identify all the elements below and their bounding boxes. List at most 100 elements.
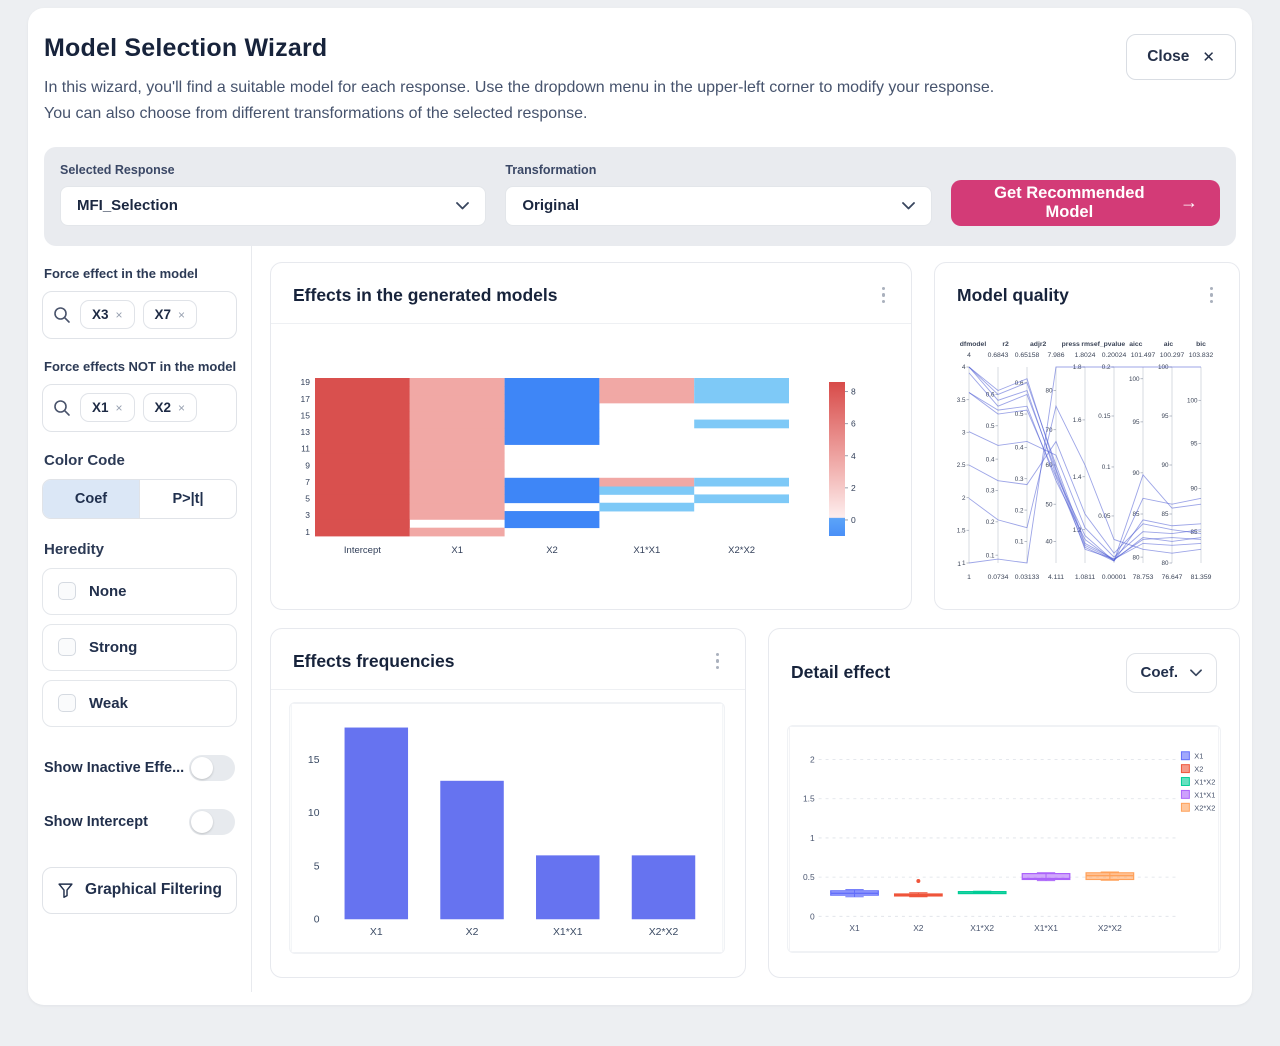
selected-response-dropdown[interactable]: MFI_Selection [60,186,486,226]
heredity-option-none[interactable]: None [42,568,237,615]
close-icon: ✕ [1202,48,1215,66]
effects-frequencies-panel: Effects frequencies 051015X1X2X1*X1X2*X2 [270,628,746,978]
chip-x3[interactable]: X3 × [80,300,135,329]
svg-text:bic: bic [1196,341,1206,348]
detail-effect-box-chart[interactable]: 00.511.52X1X2X1*X2X1*X1X2*X2X1X2X1*X2X1*… [787,725,1221,953]
svg-text:100: 100 [1158,365,1169,372]
detail-effect-title: Detail effect [791,662,890,683]
svg-text:11: 11 [301,444,310,454]
show-intercept-row: Show Intercept [44,809,235,835]
chevron-down-icon [456,202,469,210]
checkbox[interactable] [58,582,76,600]
svg-text:9: 9 [305,461,310,471]
get-recommended-model-button[interactable]: Get Recommended Model → [951,180,1220,226]
heredity-option-weak[interactable]: Weak [42,680,237,727]
svg-text:5: 5 [314,862,320,873]
svg-text:0.20024: 0.20024 [1102,352,1127,359]
svg-text:X2*X2: X2*X2 [1098,923,1122,933]
svg-text:X1*X1: X1*X1 [1034,923,1058,933]
svg-text:1.6: 1.6 [1073,417,1082,424]
force-in-label: Force effect in the model [44,266,237,281]
svg-text:1: 1 [967,574,971,581]
heredity-option-label: None [89,583,127,600]
checkbox[interactable] [58,638,76,656]
wizard-description: In this wizard, you'll find a suitable m… [44,75,1094,127]
chip-x1[interactable]: X1× [80,393,135,422]
chevron-down-icon [1190,669,1202,677]
heredity-label: Heredity [44,541,237,558]
svg-text:0.5: 0.5 [986,423,995,430]
svg-text:0.5: 0.5 [1015,412,1024,419]
svg-text:X1: X1 [370,927,383,938]
graphical-filtering-button[interactable]: Graphical Filtering [42,867,237,914]
search-icon [53,399,71,417]
detail-effect-metric-dropdown[interactable]: Coef. [1126,653,1218,693]
kebab-menu-icon[interactable] [1206,283,1218,308]
svg-text:X2: X2 [546,545,558,556]
show-intercept-toggle[interactable] [189,809,235,835]
dialog-header: Model Selection Wizard In this wizard, y… [28,8,1252,246]
svg-text:X1*X1: X1*X1 [553,927,583,938]
cta-label: Get Recommended Model [973,184,1166,222]
transformation-value: Original [522,197,579,214]
svg-text:X1*X1: X1*X1 [633,545,660,556]
svg-text:0.4: 0.4 [986,457,995,464]
color-code-label: Color Code [44,452,237,469]
toggle-knob [191,757,213,779]
kebab-menu-icon[interactable] [878,283,890,308]
svg-text:1: 1 [957,561,961,568]
selected-response-field: Selected Response MFI_Selection [60,163,486,226]
svg-text:3.5: 3.5 [957,397,966,404]
chip-label: X2 [155,400,172,415]
close-button[interactable]: Close ✕ [1126,34,1236,80]
svg-text:1: 1 [962,561,966,568]
svg-text:0.1: 0.1 [1102,464,1111,471]
heredity-option-strong[interactable]: Strong [42,624,237,671]
svg-text:X1*X2: X1*X2 [970,923,994,933]
chip-remove-icon[interactable]: × [178,308,185,322]
svg-text:7: 7 [305,477,310,487]
svg-text:95: 95 [1161,414,1169,421]
svg-text:1.5: 1.5 [957,528,966,535]
toggle-knob [191,811,213,833]
effects-in-models-title: Effects in the generated models [293,285,558,306]
svg-text:0.5: 0.5 [803,872,815,882]
chip-remove-icon[interactable]: × [116,401,123,415]
selected-response-value: MFI_Selection [77,197,178,214]
svg-text:X1*X1: X1*X1 [1194,790,1215,799]
checkbox[interactable] [58,694,76,712]
svg-text:19: 19 [301,377,311,387]
color-code-option-pt[interactable]: P>|t| [139,480,236,518]
effects-heatmap-chart[interactable]: 135791113151719InterceptX1X2X1*X1X2*X286… [289,372,891,578]
chip-label: X3 [92,307,109,322]
transformation-dropdown[interactable]: Original [505,186,931,226]
chip-remove-icon[interactable]: × [178,401,185,415]
force-in-search-input[interactable]: X3×X7× [42,291,237,339]
force-out-label: Force effects NOT in the model [44,359,237,374]
svg-text:3: 3 [305,511,310,521]
transformation-field: Transformation Original [505,163,931,226]
svg-text:0.15: 0.15 [1098,414,1111,421]
show-inactive-effects-toggle[interactable] [189,755,235,781]
heredity-option-label: Strong [89,639,137,656]
svg-text:95: 95 [1190,441,1198,448]
svg-text:80: 80 [1132,555,1140,562]
svg-text:4.111: 4.111 [1048,574,1064,581]
svg-text:6: 6 [851,419,856,429]
effects-frequencies-bar-chart[interactable]: 051015X1X2X1*X1X2*X2 [289,702,725,954]
force-out-search-input[interactable]: X1× X2 × [42,384,237,432]
page-title: Model Selection Wizard [44,34,1236,63]
chip-x2[interactable]: X2 × [143,393,198,422]
svg-text:X1: X1 [451,545,463,556]
chip-x7[interactable]: X7× [143,300,198,329]
model-quality-parallel-chart[interactable]: 43.532.521.510.60.50.40.30.20.10.60.50.4… [949,337,1215,587]
svg-text:aicc: aicc [1129,341,1142,348]
chip-remove-icon[interactable]: × [116,308,123,322]
filters-sidebar: Force effect in the model X3×X7× Force e… [28,246,252,992]
svg-text:0.03133: 0.03133 [1015,574,1040,581]
svg-text:4: 4 [962,365,966,372]
svg-text:100: 100 [1187,398,1198,405]
color-code-option-coef[interactable]: Coef [43,480,139,518]
svg-text:0.3: 0.3 [1015,476,1024,483]
kebab-menu-icon[interactable] [712,649,724,674]
